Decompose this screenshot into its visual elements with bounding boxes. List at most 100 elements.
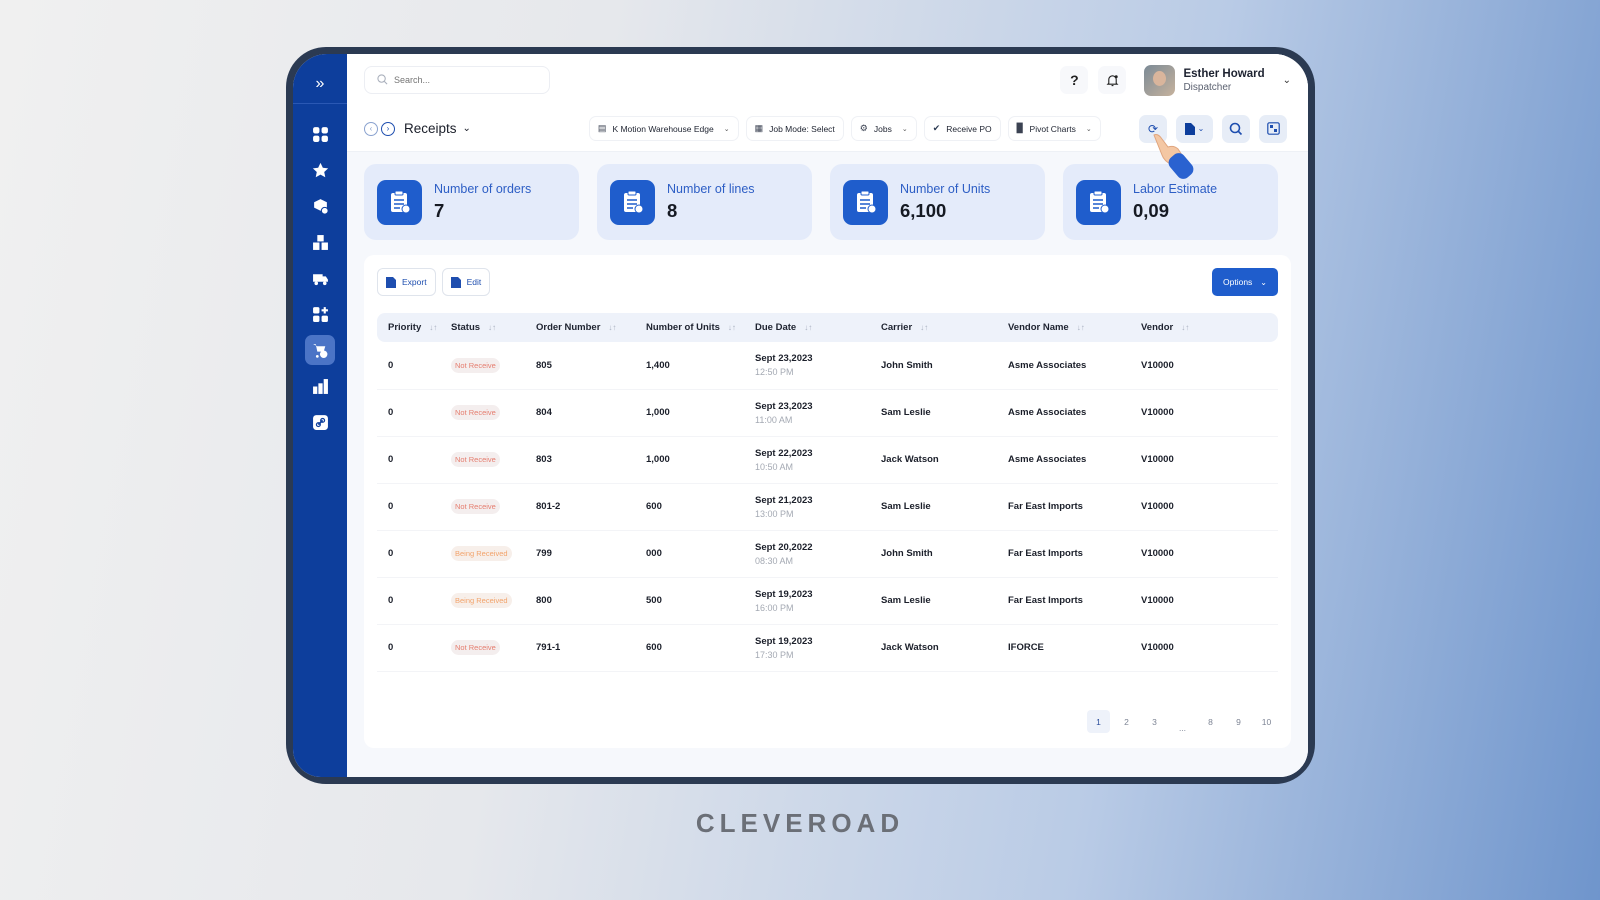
table-row[interactable]: 0 Not Receive 804 1,000 Sept 23,2023 11:00 AM… [377, 389, 1278, 437]
page-title-dropdown[interactable]: Receipts ⌄ [404, 121, 471, 136]
table-row[interactable]: 0 Not Receive 801-2 600 Sept 21,2023 13:00 PM… [377, 483, 1278, 531]
pivot-charts-select[interactable]: ▉ Pivot Charts ⌄ [1007, 116, 1101, 141]
column-header[interactable]: Number of Units ↓↑ [635, 313, 744, 342]
table-row[interactable]: 0 Not Receive 805 1,400 Sept 23,2023 12:50 PM… [377, 342, 1278, 390]
order-number[interactable]: 804 [536, 407, 552, 418]
sidebar-item-add-module[interactable] [305, 299, 335, 329]
column-label: Carrier [881, 322, 913, 333]
pagination: 1 2 3... 8 9 10 [1087, 710, 1278, 733]
export-button[interactable]: Export [377, 268, 436, 296]
carrier: Jack Watson [881, 642, 939, 653]
sidebar-item-packages[interactable] [305, 191, 335, 221]
vendor-id: V10000 [1141, 407, 1174, 418]
page-button[interactable]: 9 [1227, 710, 1250, 733]
sort-icon[interactable]: ↓↑ [488, 323, 496, 332]
table-row[interactable]: 0 Being Received 800 500 Sept 19,2023 16:00 P… [377, 577, 1278, 625]
help-button[interactable]: ? [1060, 66, 1089, 94]
sidebar-item-favorites[interactable] [305, 155, 335, 185]
sort-icon[interactable]: ↓↑ [920, 323, 928, 332]
order-number[interactable]: 791-1 [536, 642, 560, 653]
pagination-ellipsis: ... [1178, 723, 1187, 733]
fullscreen-button[interactable] [1259, 114, 1287, 143]
page-button[interactable]: 1 [1087, 710, 1110, 733]
sidebar-item-inventory[interactable] [305, 227, 335, 257]
status-badge: Not Receive [451, 357, 500, 373]
page-button[interactable]: 10 [1255, 710, 1278, 733]
column-header[interactable]: Priority ↓↑ [377, 313, 440, 342]
sidebar-item-analytics[interactable] [305, 371, 335, 401]
page-button[interactable]: 8 [1199, 710, 1222, 733]
back-button[interactable]: ‹ [364, 121, 378, 136]
receive-po-button[interactable]: ✔ Receive PO [923, 116, 1001, 141]
column-header[interactable]: Vendor Name ↓↑ [997, 313, 1130, 342]
column-header[interactable]: Due Date ↓↑ [744, 313, 870, 342]
chevron-down-icon: ⌄ [1260, 277, 1267, 287]
order-number[interactable]: 800 [536, 595, 552, 606]
vendor-id: V10000 [1141, 548, 1174, 559]
units: 600 [646, 642, 662, 653]
brand-logo: CLEVEROAD [695, 808, 905, 838]
page-button[interactable]: 3 [1143, 710, 1166, 733]
search-box[interactable] [364, 66, 550, 94]
sidebar-item-receipts[interactable] [305, 335, 335, 365]
units: 1,400 [646, 359, 670, 371]
sort-icon[interactable]: ↓↑ [728, 323, 736, 332]
order-number[interactable]: 803 [536, 454, 552, 465]
table-row[interactable]: 0 Not Receive 803 1,000 Sept 22,2023 10:50 AM… [377, 436, 1278, 484]
sort-icon[interactable]: ↓↑ [1077, 323, 1085, 332]
filter-label: Receive PO [946, 123, 992, 134]
table-row[interactable]: 0 Being Received 799 000 Sept 20,2022 08:30 A… [377, 530, 1278, 578]
order-number[interactable]: 805 [536, 360, 552, 371]
order-number[interactable]: 799 [536, 548, 552, 559]
sort-icon[interactable]: ↓↑ [429, 323, 437, 332]
clipboard-icon [1076, 179, 1121, 225]
column-header[interactable]: Status ↓↑ [440, 313, 525, 342]
options-button[interactable]: Options ⌄ [1212, 268, 1278, 296]
avatar [1144, 64, 1176, 96]
chevron-down-icon: ⌄ [1197, 124, 1205, 133]
due-time: 17:30 PM [755, 649, 794, 660]
clipboard-icon [843, 179, 888, 225]
sidebar: » [293, 54, 347, 777]
sort-icon[interactable]: ↓↑ [608, 323, 616, 332]
due-date: Sept 21,2023 [755, 494, 813, 506]
page-button[interactable]: 2 [1115, 710, 1138, 733]
list-icon: ▦ [754, 123, 764, 133]
order-number[interactable]: 801-2 [536, 501, 560, 512]
user-name: Esther Howard [1183, 67, 1265, 80]
sidebar-item-shipping[interactable] [305, 263, 335, 293]
vendor-name: Far East Imports [1008, 548, 1083, 559]
search-input[interactable] [394, 75, 534, 85]
column-header[interactable]: Vendor ↓↑ [1130, 313, 1278, 342]
expand-sidebar-button[interactable]: » [293, 64, 347, 104]
status-badge: Not Receive [451, 640, 500, 655]
sidebar-item-dashboard[interactable] [305, 119, 335, 149]
notifications-button[interactable] [1098, 66, 1127, 94]
status-badge: Not Receive [451, 499, 500, 514]
panel-actions: Export Edit [377, 268, 1278, 296]
sidebar-item-integrations[interactable] [305, 407, 335, 437]
search-button[interactable] [1222, 114, 1250, 143]
warehouse-select[interactable]: ▤ K Motion Warehouse Edge ⌄ [588, 116, 739, 141]
options-label: Options [1223, 277, 1253, 287]
units: 000 [646, 548, 662, 559]
carrier: Sam Leslie [881, 595, 931, 606]
due-date: Sept 22,2023 [755, 447, 813, 459]
table-header: Priority ↓↑ Status ↓↑ Order Number ↓↑ Number o… [377, 313, 1278, 342]
job-mode-button[interactable]: ▦ Job Mode: Select [745, 116, 844, 141]
card-label: Labor Estimate [1133, 182, 1218, 196]
chevron-down-icon: ⌄ [1282, 74, 1291, 86]
filter-label: Job Mode: Select [769, 123, 835, 134]
jobs-select[interactable]: ⚙ Jobs ⌄ [850, 116, 917, 141]
table-row[interactable]: 0 Not Receive 791-1 600 Sept 19,2023 17:30 PM… [377, 624, 1278, 672]
user-menu[interactable]: Esther Howard Dispatcher ⌄ [1144, 64, 1291, 96]
column-header[interactable]: Carrier ↓↑ [870, 313, 997, 342]
sort-icon[interactable]: ↓↑ [804, 323, 812, 332]
priority: 0 [388, 548, 394, 559]
pointing-hand-illustration [1153, 134, 1194, 179]
vendor-name: Far East Imports [1008, 595, 1083, 606]
forward-button[interactable]: › [381, 121, 395, 136]
column-header[interactable]: Order Number ↓↑ [525, 313, 635, 342]
sort-icon[interactable]: ↓↑ [1181, 323, 1189, 332]
edit-button[interactable]: Edit [441, 268, 491, 296]
